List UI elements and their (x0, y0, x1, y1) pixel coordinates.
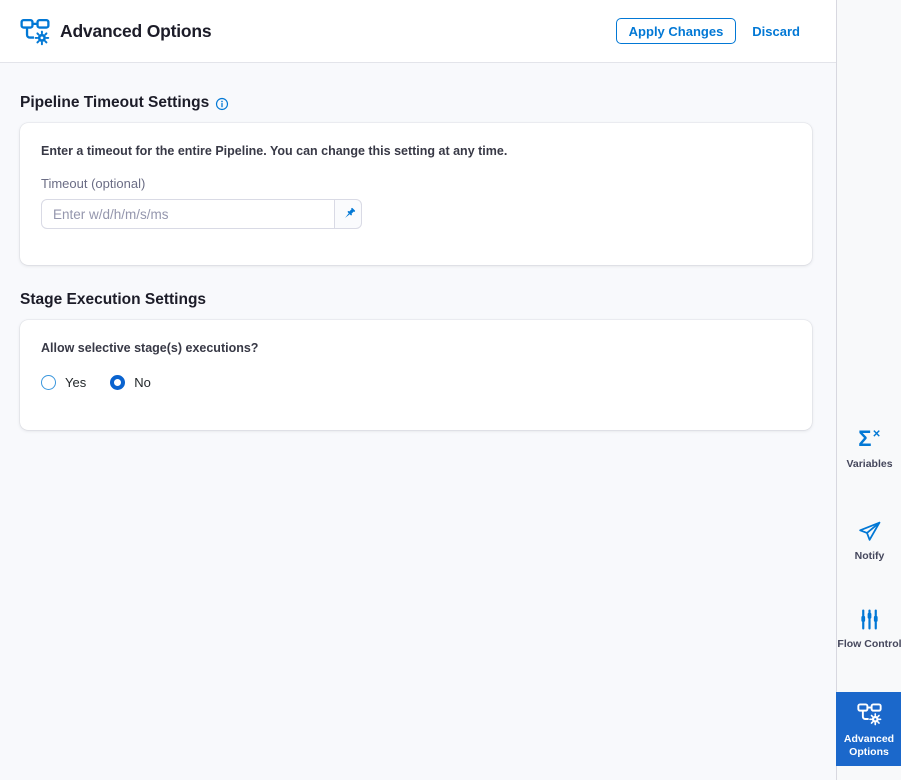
header: Advanced Options Apply Changes Discard (0, 0, 836, 63)
timeout-description: Enter a timeout for the entire Pipeline.… (41, 144, 508, 158)
header-actions: Apply Changes Discard (615, 18, 800, 44)
right-sidebar: Σ ✕ Variables Notify Flow Control Advanc… (836, 0, 901, 780)
sidebar-item-label: Advanced Options (843, 733, 895, 758)
sidebar-item-label: Variables (846, 458, 893, 470)
apply-changes-button[interactable]: Apply Changes (615, 18, 737, 44)
content-area: Pipeline Timeout Settings Enter a timeou… (0, 94, 836, 430)
radio-yes[interactable] (41, 375, 56, 390)
selective-execution-question: Allow selective stage(s) executions? (41, 341, 259, 355)
main-panel: Advanced Options Apply Changes Discard P… (0, 0, 836, 780)
sidebar-item-label: Notify (854, 550, 885, 562)
page-title: Advanced Options (60, 20, 212, 41)
timeout-section-title: Pipeline Timeout Settings (20, 94, 210, 111)
sidebar-item-label: Flow Control (837, 638, 901, 650)
info-icon[interactable] (215, 97, 229, 111)
pipeline-timeout-card: Enter a timeout for the entire Pipeline.… (20, 123, 812, 265)
timeout-section-heading: Pipeline Timeout Settings (20, 94, 812, 112)
timeout-input-row (41, 199, 362, 229)
pipeline-gear-icon (20, 16, 50, 46)
discard-link[interactable]: Discard (752, 24, 800, 39)
radio-option-no[interactable]: No (110, 375, 151, 390)
sidebar-item-variables[interactable]: Σ ✕ Variables (837, 426, 901, 471)
radio-option-yes[interactable]: Yes (41, 375, 86, 390)
sliders-icon (857, 606, 882, 632)
sidebar-item-advanced-options[interactable]: Advanced Options (836, 692, 901, 766)
timeout-input[interactable] (41, 199, 335, 229)
radio-no-label: No (134, 375, 151, 390)
sidebar-item-flow-control[interactable]: Flow Control (837, 606, 901, 650)
paper-plane-icon (857, 518, 882, 544)
sidebar-item-notify[interactable]: Notify (837, 518, 901, 562)
pin-button[interactable] (334, 199, 362, 229)
title-group: Advanced Options (20, 16, 212, 46)
stage-section-heading: Stage Execution Settings (20, 291, 812, 309)
stage-section-title: Stage Execution Settings (20, 291, 207, 308)
radio-group: Yes No (41, 375, 791, 390)
radio-no[interactable] (110, 375, 126, 390)
sigma-x-icon: Σ ✕ (858, 426, 881, 451)
pipeline-gear-icon (857, 700, 882, 726)
radio-yes-label: Yes (65, 375, 87, 390)
pushpin-icon (341, 207, 356, 222)
stage-execution-card: Allow selective stage(s) executions? Yes… (20, 320, 812, 430)
timeout-field-label: Timeout (optional) (41, 176, 146, 191)
